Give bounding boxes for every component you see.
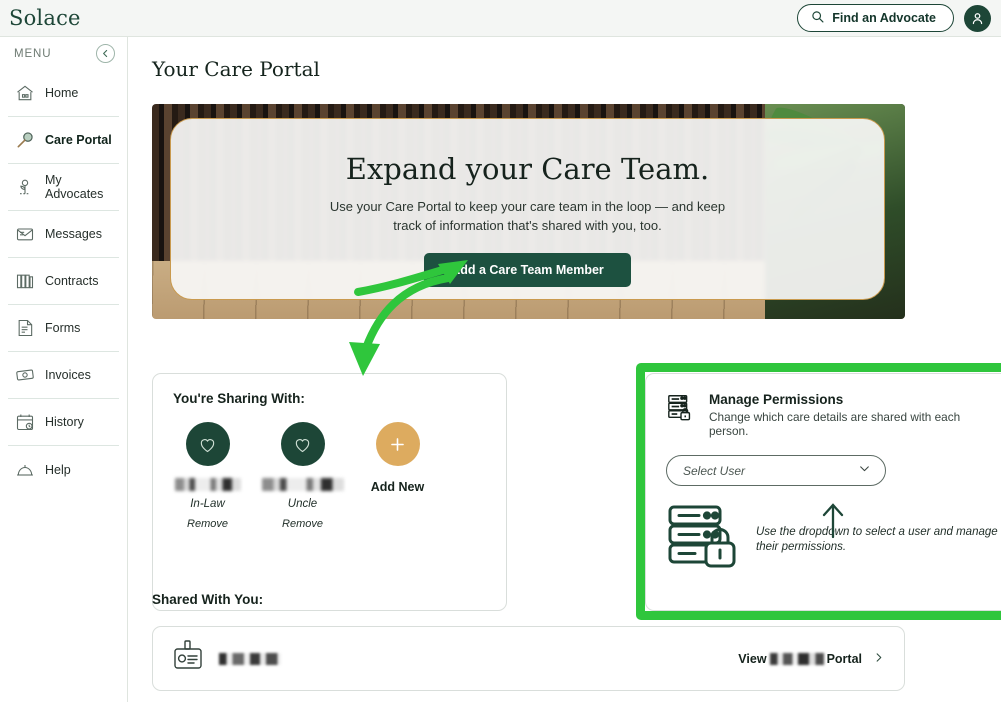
view-portal-name-redacted xyxy=(769,652,824,665)
sharing-heading: You're Sharing With: xyxy=(173,391,305,406)
hero-overlay-card: Expand your Care Team. Use your Care Por… xyxy=(170,118,885,300)
sidebar-item-label: History xyxy=(45,415,84,429)
sidebar-item-home[interactable]: Home xyxy=(8,70,119,117)
hero-subtitle: Use your Care Portal to keep your care t… xyxy=(329,199,726,233)
heart-icon[interactable] xyxy=(185,422,230,466)
find-advocate-button[interactable]: Find an Advocate xyxy=(797,4,954,32)
sidebar-menu-label: MENU xyxy=(14,47,52,60)
add-new-label: Add New xyxy=(370,480,425,494)
list-item: In-Law Remove xyxy=(173,422,242,530)
find-advocate-label: Find an Advocate xyxy=(832,11,936,25)
person-relation: In-Law xyxy=(190,498,225,510)
remove-person-link[interactable]: Remove xyxy=(187,518,228,530)
hero-banner: Expand your Care Team. Use your Care Por… xyxy=(152,104,905,319)
sidebar-item-messages[interactable]: Messages xyxy=(8,211,119,258)
calendar-clock-icon xyxy=(14,411,36,433)
sidebar-item-label: Help xyxy=(45,462,71,477)
sidebar-menu-header: MENU xyxy=(8,37,119,70)
shared-person-info xyxy=(173,640,281,677)
sidebar-item-contracts[interactable]: Contracts xyxy=(8,258,119,305)
sidebar-item-label: Invoices xyxy=(45,368,91,382)
app-logo[interactable]: Solace xyxy=(9,6,81,30)
money-icon xyxy=(14,364,36,386)
sharing-with-card: You're Sharing With: In-Law Remove Uncle… xyxy=(152,373,507,611)
main-content: Your Care Portal Expand your Care Team. … xyxy=(128,37,1001,702)
books-icon xyxy=(14,270,36,292)
form-icon xyxy=(14,317,36,339)
sidebar-item-label: Messages xyxy=(45,227,102,241)
view-portal-link[interactable]: View Portal xyxy=(738,650,884,668)
view-portal-label: View Portal xyxy=(738,652,862,666)
search-icon xyxy=(811,10,824,26)
sidebar-item-help[interactable]: Help xyxy=(8,446,119,493)
bell-icon xyxy=(14,459,36,481)
sidebar-item-label: Forms xyxy=(45,321,81,335)
shared-person-name-redacted xyxy=(219,652,281,665)
chevron-right-icon xyxy=(873,650,884,668)
person-name-redacted xyxy=(261,478,344,491)
sidebar-item-history[interactable]: History xyxy=(8,399,119,446)
add-new-person: Add New xyxy=(363,422,432,530)
list-item: Uncle Remove xyxy=(261,422,344,530)
flower-icon xyxy=(14,176,36,198)
chevron-left-circle-icon[interactable] xyxy=(96,44,115,63)
view-suffix: Portal xyxy=(826,651,862,666)
header-actions: Find an Advocate xyxy=(797,4,991,32)
page-title: Your Care Portal xyxy=(152,57,320,81)
sidebar-item-label: My Advocates xyxy=(45,173,104,201)
top-header-bar: Solace Find an Advocate xyxy=(0,0,1001,37)
heart-icon[interactable] xyxy=(280,422,325,466)
id-badge-icon xyxy=(173,640,203,677)
annotation-highlight-box xyxy=(636,363,1001,620)
person-name-redacted xyxy=(174,478,241,491)
sidebar-item-label: Contracts xyxy=(45,274,99,288)
sidebar-item-label: Home xyxy=(45,86,79,100)
sidebar-item-care-portal[interactable]: Care Portal xyxy=(8,117,119,164)
shared-people-list: In-Law Remove Uncle Remove Add New xyxy=(173,422,486,530)
house-icon xyxy=(14,82,36,104)
key-icon xyxy=(14,129,36,151)
sidebar-navigation: MENU Home Care Portal My Advocates Messa… xyxy=(0,37,128,702)
sidebar-item-my-advocates[interactable]: My Advocates xyxy=(8,164,119,211)
hero-title: Expand your Care Team. xyxy=(345,152,710,186)
sidebar-item-forms[interactable]: Forms xyxy=(8,305,119,352)
view-prefix: View xyxy=(738,651,767,666)
shared-with-you-row[interactable]: View Portal xyxy=(152,626,905,691)
avatar[interactable] xyxy=(964,4,991,32)
person-relation: Uncle xyxy=(287,498,318,510)
sidebar-item-invoices[interactable]: Invoices xyxy=(8,352,119,399)
remove-person-link[interactable]: Remove xyxy=(282,518,323,530)
plus-icon[interactable] xyxy=(375,422,420,466)
add-care-team-member-button[interactable]: Add a Care Team Member xyxy=(424,252,631,287)
sidebar-item-label: Care Portal xyxy=(45,133,112,147)
shared-with-you-heading: Shared With You: xyxy=(152,592,264,607)
envelope-icon xyxy=(14,223,36,245)
